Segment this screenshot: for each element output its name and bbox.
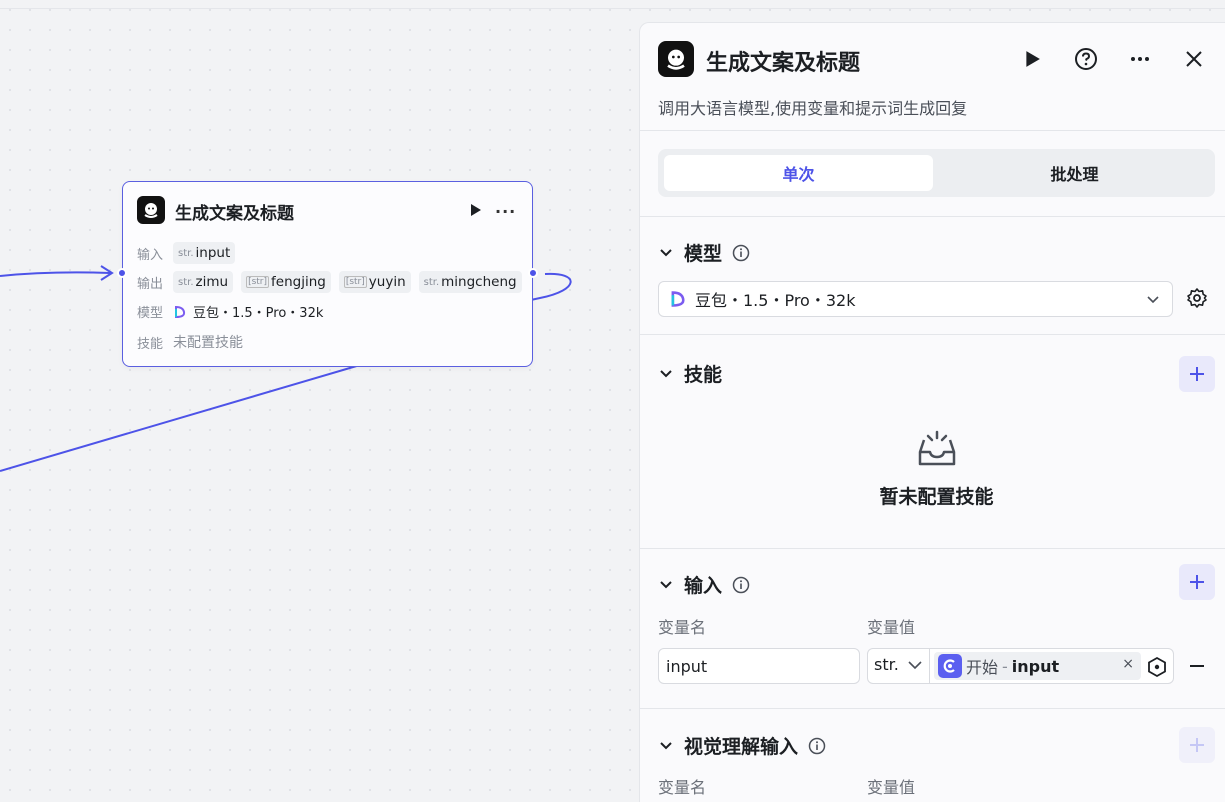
- model-select-value: 豆包・1.5・Pro・32k: [695, 291, 856, 310]
- node-more-icon[interactable]: ···: [495, 202, 516, 221]
- chevron-down-icon[interactable]: [658, 366, 674, 382]
- var-name-input[interactable]: input: [658, 648, 860, 684]
- info-icon[interactable]: [732, 576, 750, 594]
- vision-var-value-header: 变量值: [867, 778, 916, 797]
- panel-description: 调用大语言模型,使用变量和提示词生成回复: [658, 99, 968, 118]
- ref-source: 开始: [966, 658, 999, 677]
- model-section-title: 模型: [684, 243, 723, 265]
- node-model-value: 豆包・1.5・Pro・32k: [193, 306, 324, 321]
- chevron-down-icon[interactable]: [658, 738, 674, 754]
- node-model-row: 模型 豆包・1.5・Pro・32k: [137, 302, 323, 321]
- skill-empty-text: 暂未配置技能: [879, 486, 994, 508]
- node-title: 生成文案及标题: [175, 204, 294, 224]
- divider: [640, 708, 1225, 709]
- ref-variable: input: [1011, 656, 1060, 676]
- vision-section-title: 视觉理解输入: [684, 736, 799, 758]
- divider: [640, 548, 1225, 549]
- plus-icon: [1190, 738, 1204, 752]
- doubao-icon: [175, 305, 186, 318]
- input-section-title: 输入: [684, 575, 723, 597]
- llm-node-card[interactable]: 生成文案及标题 ··· 输入 str. input 输出 str. zimu [st…: [117, 181, 538, 367]
- var-value-header: 变量值: [867, 618, 916, 637]
- node-input-port[interactable]: [117, 268, 127, 278]
- empty-inbox-icon: [918, 430, 956, 466]
- divider: [640, 130, 1225, 131]
- tab-single[interactable]: 单次: [664, 155, 933, 191]
- skill-section-header[interactable]: 技能: [658, 360, 722, 387]
- tab-batch[interactable]: 批处理: [940, 155, 1209, 191]
- doubao-icon: [671, 291, 685, 307]
- node-skill-value: 未配置技能: [173, 335, 243, 351]
- gear-icon[interactable]: [1186, 287, 1208, 309]
- node-skill-row: 技能 未配置技能: [137, 332, 243, 352]
- chevron-down-icon: [908, 660, 922, 669]
- chevron-down-icon[interactable]: [658, 245, 674, 261]
- chevron-down-icon: [1147, 296, 1159, 304]
- vision-section-header[interactable]: 视觉理解输入: [658, 732, 826, 759]
- info-icon[interactable]: [808, 737, 826, 755]
- mode-tabs: 单次 批处理: [658, 149, 1215, 197]
- incoming-edge: [0, 271, 111, 277]
- node-output-row: 输出 str. zimu [str] fengjing [str] yuyin str…: [137, 271, 524, 293]
- node-run-icon[interactable]: [467, 202, 483, 218]
- node-logo-icon: [137, 196, 165, 224]
- type-select[interactable]: str.: [874, 655, 923, 674]
- node-output-label: 输出: [137, 276, 164, 292]
- add-vision-input-button[interactable]: [1179, 727, 1215, 763]
- run-icon[interactable]: [1020, 47, 1044, 71]
- close-icon[interactable]: [1182, 47, 1206, 71]
- node-input-label: 输入: [137, 247, 164, 263]
- node-model-label: 模型: [137, 306, 164, 321]
- help-icon[interactable]: [1074, 47, 1098, 71]
- variable-reference-tag[interactable]: 开始 - input ×: [934, 652, 1141, 680]
- variable-picker-icon[interactable]: [1146, 656, 1168, 678]
- divider: [929, 649, 930, 683]
- info-icon[interactable]: [732, 244, 750, 262]
- node-input-row: 输入 str. input: [137, 242, 237, 264]
- node-skill-label: 技能: [137, 336, 164, 352]
- chevron-down-icon[interactable]: [658, 577, 674, 593]
- vision-var-name-header: 变量名: [658, 778, 707, 797]
- panel-logo-icon: [658, 41, 694, 77]
- node-output-chip: [str] fengjing: [241, 271, 331, 293]
- more-icon[interactable]: [1128, 47, 1152, 71]
- panel-title: 生成文案及标题: [706, 51, 861, 76]
- model-select[interactable]: 豆包・1.5・Pro・32k: [658, 281, 1173, 317]
- plus-icon: [1190, 575, 1204, 589]
- plus-icon: [1190, 367, 1204, 381]
- var-name-header: 变量名: [658, 618, 707, 637]
- input-section-header[interactable]: 输入: [658, 571, 750, 598]
- node-output-port[interactable]: [528, 268, 538, 278]
- node-input-chip: str. input: [173, 242, 236, 264]
- node-output-chip: [str] yuyin: [338, 271, 411, 293]
- var-value-field: str. 开始 - input ×: [867, 648, 1174, 684]
- clear-icon[interactable]: ×: [1122, 656, 1134, 672]
- model-section-header[interactable]: 模型: [658, 239, 750, 266]
- node-output-chip: str. mingcheng: [418, 271, 522, 293]
- divider: [640, 334, 1225, 335]
- add-skill-button[interactable]: [1179, 356, 1215, 392]
- skill-section-title: 技能: [684, 364, 723, 386]
- node-output-chip: str. zimu: [173, 271, 234, 293]
- node-config-panel: 生成文案及标题 调用大语言模型,使用变量和提示词生成回复 单次 批处理 模型 豆…: [639, 22, 1225, 802]
- start-node-icon: [938, 654, 962, 678]
- remove-input-icon[interactable]: [1188, 657, 1206, 675]
- ref-separator: -: [1002, 656, 1008, 676]
- add-input-button[interactable]: [1179, 564, 1215, 600]
- divider: [640, 216, 1225, 217]
